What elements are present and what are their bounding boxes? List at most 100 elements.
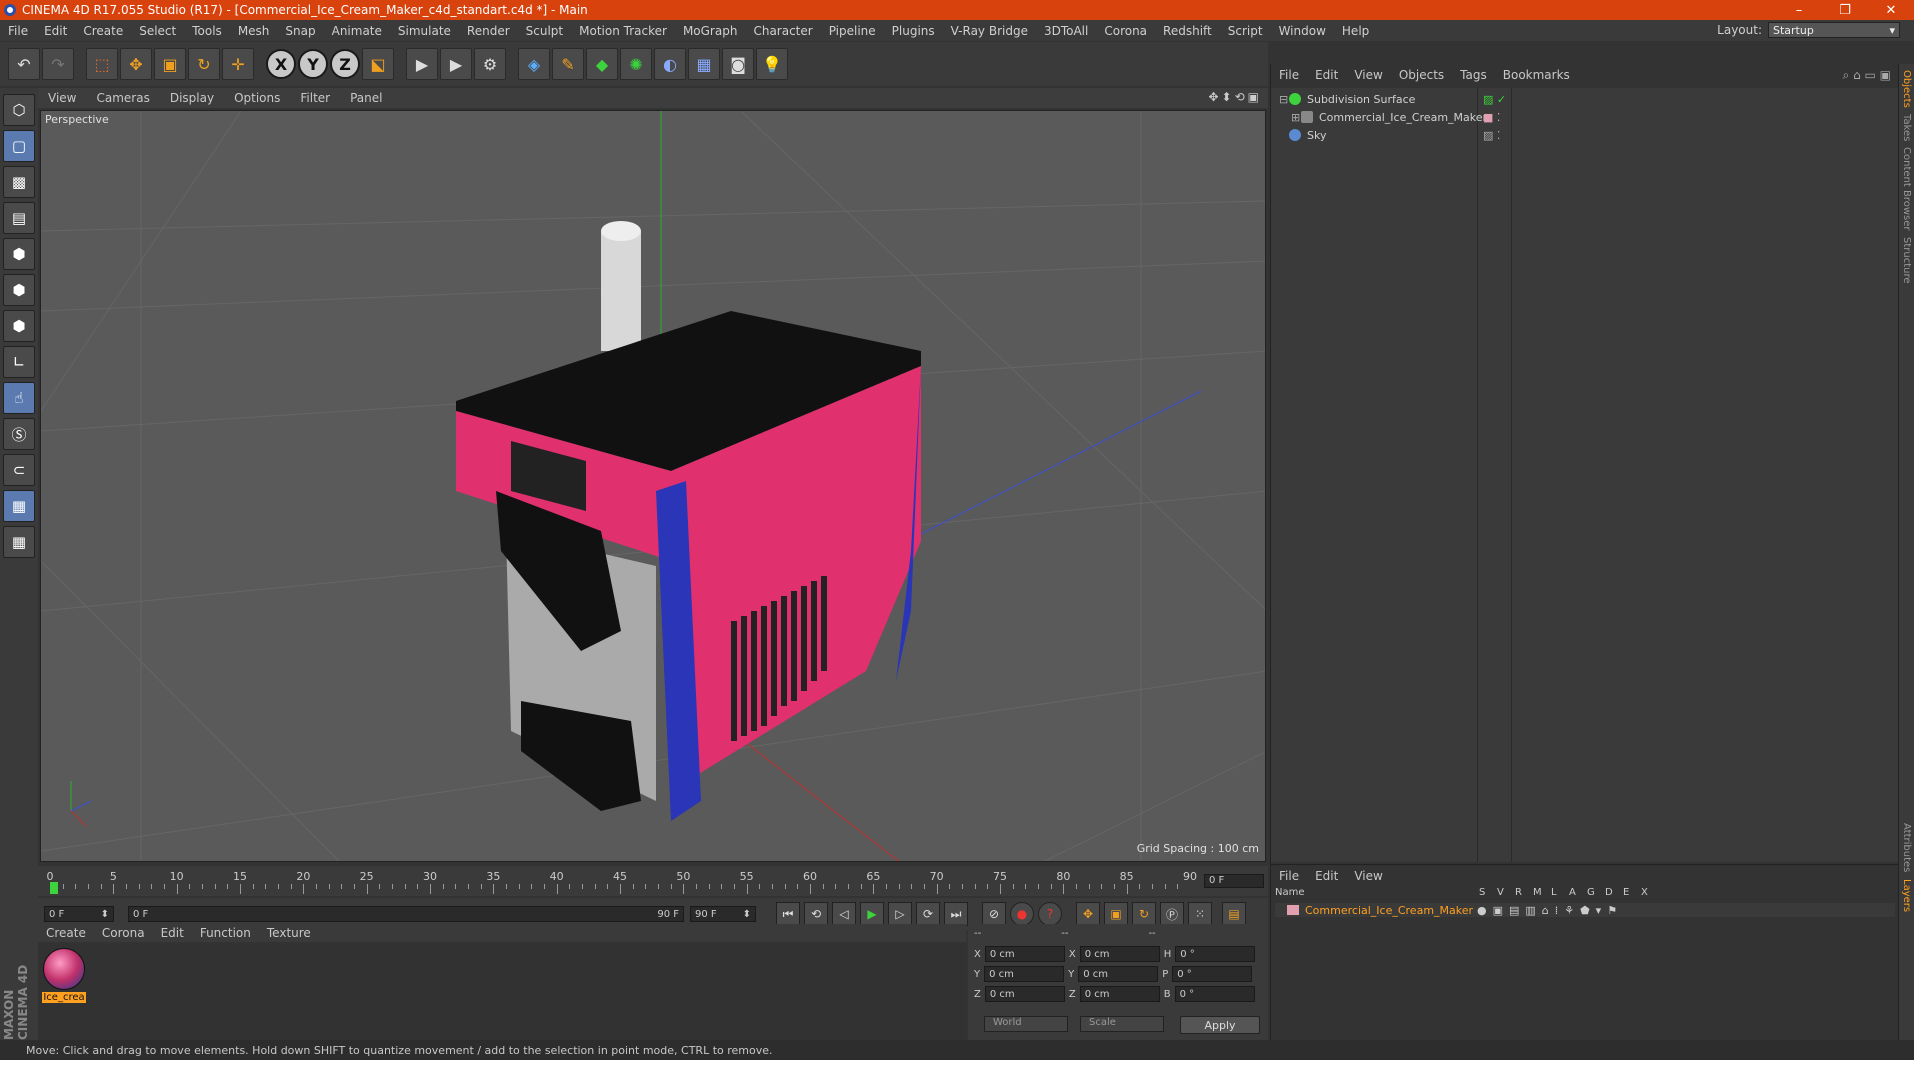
apply-button[interactable]: Apply [1180, 1016, 1260, 1034]
menu-script[interactable]: Script [1220, 24, 1271, 38]
go-to-start-icon[interactable]: ⏮ [776, 902, 800, 926]
obj-menu-tags[interactable]: Tags [1452, 68, 1495, 82]
tab-objects[interactable]: Objects [1901, 70, 1912, 108]
floor-icon[interactable]: ▦ [688, 48, 720, 80]
enabled-check-icon[interactable]: ▨ ✓ [1483, 93, 1506, 106]
restore-button[interactable]: ❐ [1822, 0, 1868, 20]
rotate-icon[interactable]: ↻ [188, 48, 220, 80]
polygons-mode-icon[interactable]: ⬢ [3, 310, 35, 342]
material-menu-texture[interactable]: Texture [259, 926, 319, 940]
texture-mode-icon[interactable]: ▩ [3, 166, 35, 198]
layer-color-swatch[interactable] [1287, 905, 1299, 915]
current-frame-field[interactable]: 0 F [1204, 874, 1264, 888]
lock-workplane-icon[interactable]: ▦ [3, 490, 35, 522]
previous-frame-icon[interactable]: ◁ [832, 902, 856, 926]
material-menu-corona[interactable]: Corona [94, 926, 153, 940]
obj-menu-objects[interactable]: Objects [1391, 68, 1452, 82]
deformer-icon[interactable]: ◐ [654, 48, 686, 80]
axis-mode-icon[interactable]: ∟ [3, 346, 35, 378]
menu-pipeline[interactable]: Pipeline [821, 24, 884, 38]
rotation-p-field[interactable]: 0 ° [1172, 966, 1253, 982]
menu-file[interactable]: File [0, 24, 36, 38]
menu-edit[interactable]: Edit [36, 24, 75, 38]
viewport-menu-view[interactable]: View [38, 91, 86, 105]
light-icon[interactable]: 💡 [756, 48, 788, 80]
layer-row[interactable]: Commercial_Ice_Cream_Maker ●▣▤▥⌂⁞⚘⬟▾⚑ [1275, 903, 1895, 917]
size-y-field[interactable]: 0 cm [1078, 966, 1159, 982]
model-mode-icon[interactable]: ▢ [3, 130, 35, 162]
transform-icon[interactable]: ✛ [222, 48, 254, 80]
go-to-end-icon[interactable]: ⏭ [944, 902, 968, 926]
viewport-menu-cameras[interactable]: Cameras [86, 91, 159, 105]
obj-menu-edit[interactable]: Edit [1307, 68, 1346, 82]
menu-render[interactable]: Render [459, 24, 518, 38]
layer-menu-edit[interactable]: Edit [1307, 869, 1346, 883]
material-menu-edit[interactable]: Edit [153, 926, 192, 940]
menu-window[interactable]: Window [1271, 24, 1334, 38]
menu-sculpt[interactable]: Sculpt [518, 24, 571, 38]
size-mode-dropdown[interactable]: Scale [1080, 1016, 1164, 1032]
autokey-icon[interactable]: ? [1038, 902, 1062, 926]
menu-plugins[interactable]: Plugins [884, 24, 943, 38]
subdivision-icon[interactable]: ◆ [586, 48, 618, 80]
points-mode-icon[interactable]: ⬢ [3, 238, 35, 270]
z-axis-button[interactable]: Z [330, 49, 360, 79]
timeline[interactable]: 0 5 10 15 20 25 30 35 40 45 50 55 60 65 70 75 80 85 90 0 F [38, 866, 1268, 896]
menu-mograph[interactable]: MoGraph [675, 24, 746, 38]
obj-menu-view[interactable]: View [1346, 68, 1390, 82]
next-key-icon[interactable]: ⟳ [916, 902, 940, 926]
start-frame-field[interactable]: 0 F ⬍ [44, 906, 114, 922]
key-param-icon[interactable]: Ⓟ [1160, 902, 1184, 926]
object-row-subdivision[interactable]: ⊟ Subdivision Surface ▨ ✓ [1271, 90, 1899, 108]
key-rotate-icon[interactable]: ↻ [1132, 902, 1156, 926]
edges-mode-icon[interactable]: ⬢ [3, 274, 35, 306]
menu-tools[interactable]: Tools [184, 24, 230, 38]
scale-icon[interactable]: ▣ [154, 48, 186, 80]
position-z-field[interactable]: 0 cm [984, 986, 1065, 1002]
move-icon[interactable]: ✥ [120, 48, 152, 80]
object-row-ice-cream-maker[interactable]: ⊞ Commercial_Ice_Cream_Maker ■ ⁚ [1271, 108, 1899, 126]
play-icon[interactable]: ▶ [860, 902, 884, 926]
render-view-icon[interactable]: ▶ [406, 48, 438, 80]
workplane-icon[interactable]: ▤ [3, 202, 35, 234]
minimize-button[interactable]: – [1776, 0, 1822, 20]
close-button[interactable]: ✕ [1868, 0, 1914, 20]
obj-menu-file[interactable]: File [1271, 68, 1307, 82]
record-icon[interactable]: ● [1010, 902, 1034, 926]
viewport-menu-display[interactable]: Display [160, 91, 224, 105]
viewport-menu-panel[interactable]: Panel [340, 91, 392, 105]
menu-corona[interactable]: Corona [1096, 24, 1155, 38]
end-frame-field[interactable]: 90 F ⬍ [690, 906, 756, 922]
material-swatch[interactable]: Ice_crea [42, 948, 86, 1004]
coord-mode-dropdown[interactable]: World [984, 1016, 1068, 1032]
x-axis-button[interactable]: X [266, 49, 296, 79]
rotation-b-field[interactable]: 0 ° [1174, 986, 1255, 1002]
expand-icon[interactable]: ⊟ [1279, 93, 1289, 106]
render-settings-icon[interactable]: ⚙ [474, 48, 506, 80]
coordinate-system-icon[interactable]: ⬕ [362, 48, 394, 80]
render-picture-viewer-icon[interactable]: ▶ [440, 48, 472, 80]
timeline-ruler[interactable]: 0 5 10 15 20 25 30 35 40 45 50 55 60 65 70 75 80 85 90 [47, 870, 1198, 894]
undo-icon[interactable]: ↶ [8, 48, 40, 80]
obj-menu-bookmarks[interactable]: Bookmarks [1495, 68, 1578, 82]
timeline-window-icon[interactable]: ▤ [1222, 902, 1246, 926]
menu-mesh[interactable]: Mesh [230, 24, 278, 38]
material-menu-function[interactable]: Function [192, 926, 259, 940]
menu-character[interactable]: Character [745, 24, 820, 38]
perspective-viewport[interactable]: Perspective Grid Spacing : 100 cm [40, 110, 1266, 862]
redo-icon[interactable]: ↷ [42, 48, 74, 80]
playhead-marker[interactable] [50, 882, 58, 894]
menu-animate[interactable]: Animate [324, 24, 390, 38]
menu-snap[interactable]: Snap [277, 24, 323, 38]
key-move-icon[interactable]: ✥ [1076, 902, 1100, 926]
layer-menu-view[interactable]: View [1346, 869, 1390, 883]
menu-simulate[interactable]: Simulate [390, 24, 459, 38]
menu-redshift[interactable]: Redshift [1155, 24, 1220, 38]
material-menu-create[interactable]: Create [38, 926, 94, 940]
menu-motion-tracker[interactable]: Motion Tracker [571, 24, 675, 38]
rotation-h-field[interactable]: 0 ° [1175, 946, 1256, 962]
live-selection-icon[interactable]: ⬚ [86, 48, 118, 80]
tab-attributes[interactable]: Attributes [1901, 823, 1912, 872]
tab-structure[interactable]: Structure [1901, 237, 1912, 284]
tweak-icon[interactable]: ☝ [3, 382, 35, 414]
